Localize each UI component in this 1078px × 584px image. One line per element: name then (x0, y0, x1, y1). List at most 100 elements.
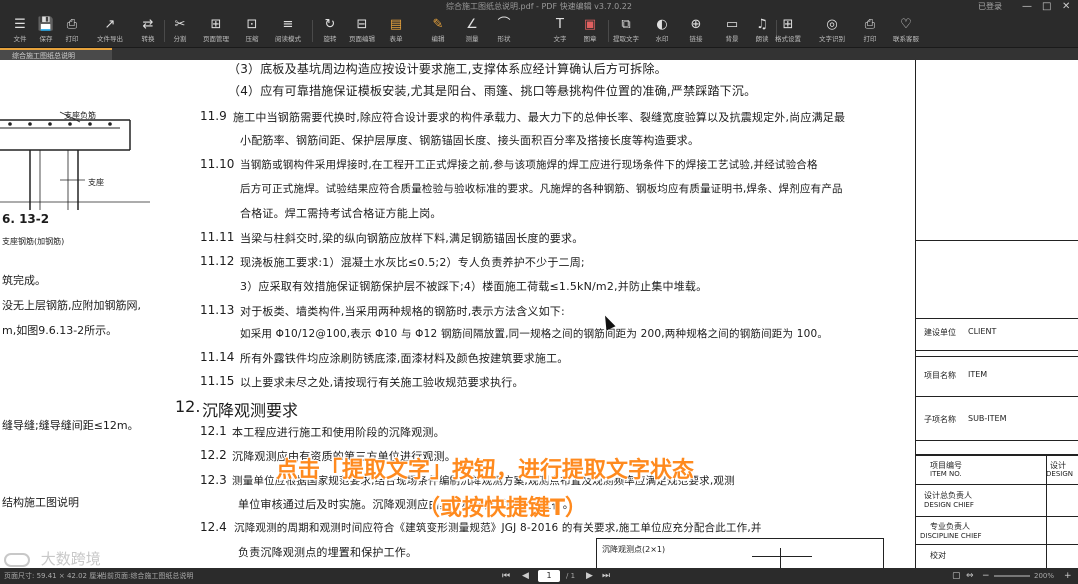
tb-label: 专业负责人 (930, 522, 970, 531)
ocr-button[interactable]: ◎ 文字识别 (812, 16, 852, 46)
export-icon: ↗ (104, 17, 116, 32)
fit-width-icon[interactable]: ⇔ (966, 568, 974, 584)
detail-line (752, 556, 812, 557)
print-icon: ⎙ (864, 17, 876, 32)
tb-value: ITEM NO. (930, 470, 962, 478)
clause-number: 11.10 (200, 157, 235, 171)
tb-label: 校对 (930, 551, 946, 560)
pages-icon: ⊞ (210, 17, 222, 32)
headset-icon: ♡ (900, 17, 912, 32)
clause-number: 11.9 (200, 109, 227, 123)
text-line: 所有外露铁件均应涂刷防锈底漆,面漆材料及颜色按建筑要求施工。 (240, 352, 569, 365)
tb-value: SUB-ITEM (968, 414, 1007, 423)
maximize-button[interactable]: □ (1042, 0, 1051, 14)
left-text: m,如图9.6.13-2所示。 (2, 324, 118, 337)
tb-label: 设计总负责人 (924, 491, 972, 500)
clause-number: 11.13 (200, 303, 235, 317)
extract-text-icon: ⧉ (621, 17, 631, 32)
drawing-label: 支座负筋 (64, 111, 96, 120)
zoom-slider[interactable] (994, 575, 1030, 577)
watermark-logo: 大数跨境 (4, 548, 101, 569)
left-text: 缝导缝;缝导缝间距≤12m。 (2, 419, 139, 432)
detail-label: 沉降观测点(2×1) (602, 545, 666, 554)
minimize-button[interactable]: — (1022, 0, 1032, 14)
tutorial-caption-2: （或按快捷键T） (418, 496, 588, 521)
form-button[interactable]: ▤ 表单 (376, 16, 416, 46)
link-button[interactable]: ⊕ 链接 (676, 16, 716, 46)
tb-value: DESIGN CHIEF (924, 501, 974, 509)
shape-icon: ⌒ (497, 17, 511, 32)
text-line: 现浇板施工要求:1）混凝土水灰比≤0.5;2）专人负责养护不少于二周; (240, 256, 585, 269)
text-line: 合格证。焊工需持考试合格证方能上岗。 (240, 207, 442, 220)
detail-line (780, 548, 781, 568)
read-icon: ≡ (282, 17, 294, 32)
main-toolbar: ☰ 文件 💾 保存 ⎙ 打印 ↗ 文件导出 ⇄ 转换 ✂ 分割 ⊞ 页面管理 ⊡ 压缩 ≡ 阅读模… (0, 14, 1078, 48)
print-button[interactable]: ⎙ 打印 (52, 16, 92, 46)
status-bar: 页面尺寸: 59.41 × 42.02 厘米 当前页面:综合施工图纸总说明 ⏮ … (0, 568, 1078, 584)
text-line: 当梁与柱斜交时,梁的纵向钢筋应放样下料,满足钢筋锚固长度的要求。 (240, 232, 584, 245)
split-button[interactable]: ✂ 分割 (160, 16, 200, 46)
format-icon: ⊞ (782, 17, 794, 32)
text-line: （4）应有可靠措施保证模板安装,尤其是阳台、雨篷、挑口等悬挑构件位置的准确,严禁… (228, 84, 757, 98)
watermark-icon (4, 552, 30, 567)
window-title: 综合施工图纸总说明.pdf - PDF 快速编辑 v3.7.0.22 (446, 2, 632, 11)
text-line: 负责沉降观测点的埋置和保护工作。 (238, 546, 418, 559)
compress-icon: ⊡ (246, 17, 258, 32)
next-page-icon[interactable]: ▶ (586, 568, 593, 584)
compress-button[interactable]: ⊡ 压缩 (232, 16, 272, 46)
tab-document[interactable]: 综合施工图纸总说明 (0, 48, 112, 60)
clause-number: 11.14 (200, 350, 235, 364)
first-page-icon[interactable]: ⏮ (502, 568, 510, 584)
figure-caption: 支座钢筋(加钢筋) (2, 237, 65, 246)
tb-value: DESIGN (1046, 470, 1073, 478)
zoom-out-icon[interactable]: − (982, 568, 990, 584)
clause-number: 12.2 (200, 448, 227, 462)
text-line: 3）应采取有效措施保证钢筋保护层不被踩下;4）楼面施工荷载≤1.5kN/m2,并… (240, 280, 708, 293)
zoom-level[interactable]: 200% (1034, 568, 1054, 584)
ocr-icon: ◎ (826, 17, 838, 32)
text-line: 小配筋率、钢筋间距、保护层厚度、钢筋锚固长度、接头面积百分率及搭接长度等构造要求… (240, 134, 700, 147)
form-icon: ▤ (389, 17, 403, 32)
drawing-label: 支座 (88, 178, 104, 187)
tb-value: ITEM (968, 370, 988, 379)
left-text: 没无上层钢筋,应附加钢筋网, (2, 299, 141, 312)
clause-number: 12.3 (200, 473, 227, 487)
clause-number: 12.4 (200, 520, 227, 534)
tutorial-caption-1: 点击「提取文字」按钮，进行提取文字状态 (276, 458, 695, 483)
clause-number: 12.1 (200, 424, 227, 438)
single-page-view-icon[interactable]: ▢ (952, 568, 961, 584)
tb-label: 项目名称 (924, 371, 956, 380)
page-manage-button[interactable]: ⊞ 页面管理 (196, 16, 236, 46)
tb-value: DISCIPLINE CHIEF (920, 532, 982, 540)
stamp-button[interactable]: ▣ 图章 (570, 16, 610, 46)
text-line: 对于板类、墙类构件,当采用两种规格的钢筋时,表示方法含义如下: (240, 305, 565, 318)
zoom-in-icon[interactable]: + (1064, 568, 1072, 584)
text-line: 施工中当钢筋需要代换时,除应符合设计要求的构件承载力、最大力下的总伸长率、裂缝宽… (233, 111, 846, 124)
document-tabs: 综合施工图纸总说明 (0, 48, 1078, 60)
export-button[interactable]: ↗ 文件导出 (90, 16, 130, 46)
user-status[interactable]: 已登录 (978, 0, 1002, 14)
section-number: 12. (175, 397, 201, 416)
format-button[interactable]: ⊞ 格式设置 (768, 16, 808, 46)
page-number-input[interactable]: 1 (538, 570, 560, 582)
tb-value: CLIENT (968, 327, 997, 336)
watermark-text: 大数跨境 (40, 550, 101, 568)
print-icon: ⎙ (66, 17, 78, 32)
scissors-icon: ✂ (174, 17, 186, 32)
support-button[interactable]: ♡ 联系客服 (886, 16, 926, 46)
stamp-icon: ▣ (583, 17, 597, 32)
print-button-2[interactable]: ⎙ 打印 (850, 16, 890, 46)
section-title: 沉降观测要求 (202, 401, 299, 420)
figure-number: 6. 13-2 (2, 212, 50, 226)
page-total: / 1 (566, 572, 576, 580)
close-button[interactable]: ✕ (1062, 0, 1070, 14)
last-page-icon[interactable]: ⏭ (602, 568, 610, 584)
link-icon: ⊕ (690, 17, 702, 32)
text-line: 如采用 Φ10/12@100,表示 Φ10 与 Φ12 钢筋间隔放置,同一规格之… (240, 328, 829, 340)
prev-page-icon[interactable]: ◀ (522, 568, 529, 584)
text-line: 当钢筋或钢构件采用焊接时,在工程开工正式焊接之前,参与该项施焊的焊工应进行现场条… (240, 159, 818, 171)
extract-text-button[interactable]: ⧉ 提取文字 (606, 16, 646, 46)
read-mode-button[interactable]: ≡ 阅读模式 (268, 16, 308, 46)
shape-button[interactable]: ⌒ 形状 (484, 16, 524, 46)
tb-label: 建设单位 (924, 328, 956, 337)
